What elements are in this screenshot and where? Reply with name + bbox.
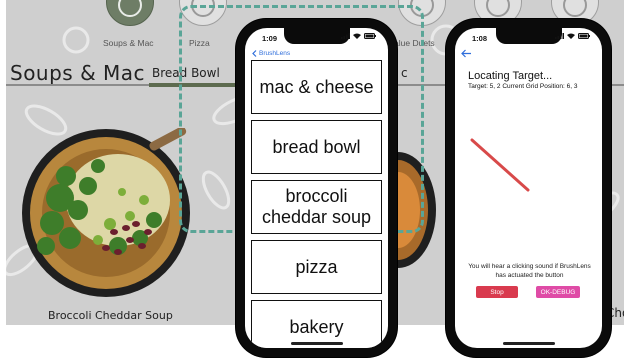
menu-item-list: mac & cheese bread bowl broccoli cheddar…: [251, 60, 382, 348]
back-to-brushlens-link[interactable]: BrushLens: [252, 50, 290, 57]
grid-position-info: Target: 5, 2 Current Grid Position: 6, 3: [468, 83, 578, 90]
phone-notch: [283, 28, 350, 44]
kiosk-section-title: Soups & Mac: [10, 61, 146, 85]
home-indicator: [290, 342, 343, 345]
phone-list-screen: 1:09 BrushLens mac & cheese bread bowl b…: [245, 28, 388, 348]
broccoli-cheddar-soup-image[interactable]: [18, 128, 194, 298]
wifi-icon: [567, 33, 575, 39]
phone-notch: [495, 28, 562, 44]
wifi-icon: [353, 33, 361, 39]
phone-locating-view: 1:08 Locating Target... Target: 5, 2 Cur…: [446, 19, 611, 357]
chevron-left-icon: [252, 50, 257, 57]
list-item-broccoli-cheddar-soup[interactable]: broccoli cheddar soup: [251, 180, 382, 234]
list-item-pizza[interactable]: pizza: [251, 240, 382, 294]
back-arrow-icon[interactable]: [461, 49, 472, 58]
list-item-bread-bowl[interactable]: bread bowl: [251, 120, 382, 174]
signal-icon: [555, 33, 564, 39]
status-time: 1:08: [472, 34, 488, 43]
status-icons: [341, 33, 376, 39]
phone-list-view: 1:09 BrushLens mac & cheese bread bowl b…: [236, 19, 397, 357]
battery-icon: [578, 33, 590, 39]
phone-locating-screen: 1:08 Locating Target... Target: 5, 2 Cur…: [455, 28, 602, 348]
status-time: 1:09: [262, 34, 278, 43]
signal-icon: [341, 33, 350, 39]
status-icons: [555, 33, 590, 39]
locating-title: Locating Target...: [468, 70, 553, 82]
stop-button[interactable]: Stop: [476, 286, 518, 298]
ok-debug-button[interactable]: OK-DEBUG: [536, 286, 580, 298]
home-indicator: [502, 342, 555, 345]
direction-pointer-line: [470, 138, 530, 192]
dish-caption: Broccoli Cheddar Soup: [48, 309, 173, 322]
back-link-label: BrushLens: [259, 50, 291, 57]
list-item-bakery[interactable]: bakery: [251, 300, 382, 348]
category-label-soups-mac: Soups & Mac: [103, 38, 154, 48]
list-item-mac-cheese[interactable]: mac & cheese: [251, 60, 382, 114]
actuation-note: You will hear a clicking sound if BrushL…: [468, 263, 591, 280]
battery-icon: [364, 33, 376, 39]
